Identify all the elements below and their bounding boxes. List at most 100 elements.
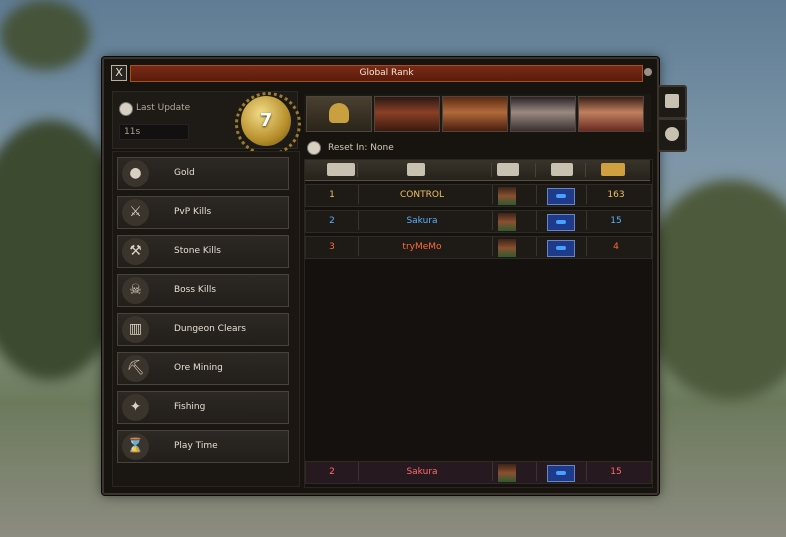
category-list: ● Gold ⚔ PvP Kills ⚒ Stone Kills ☠ Boss Kills ▥ D…	[112, 151, 300, 487]
gold-coins-icon: ●	[122, 160, 149, 187]
guild-icon[interactable]	[551, 163, 573, 176]
table-header	[305, 160, 650, 181]
history-clock-icon	[665, 127, 679, 141]
table-row[interactable]: 2 Sakura 15	[305, 210, 652, 233]
character-icon[interactable]	[497, 163, 519, 176]
header-divider	[535, 163, 536, 177]
player-name: Sakura	[406, 467, 438, 477]
category-label: Play Time	[174, 441, 218, 451]
rank-number: 1	[329, 190, 335, 200]
row-divider	[586, 462, 587, 481]
class-tab-mage[interactable]	[510, 96, 576, 132]
category-label: Fishing	[174, 402, 206, 412]
clock-icon	[119, 102, 133, 116]
class-tab-archer[interactable]	[442, 96, 508, 132]
category-label: Gold	[174, 168, 195, 178]
row-divider	[492, 185, 493, 204]
category-boss-kills[interactable]: ☠ Boss Kills	[117, 274, 289, 307]
global-rank-window: X Global Rank Last Update 11s 7 ● Gold ⚔ Pv…	[102, 57, 659, 495]
score-shield-icon[interactable]	[601, 163, 625, 176]
player-score: 15	[610, 467, 622, 477]
category-gold[interactable]: ● Gold	[117, 157, 289, 190]
rank-number: 2	[329, 467, 335, 477]
rank-number: 2	[329, 216, 335, 226]
rank-badge-icon: 7	[235, 92, 301, 156]
calendar-tab[interactable]	[657, 85, 687, 119]
category-pvp-kills[interactable]: ⚔ PvP Kills	[117, 196, 289, 229]
category-dungeon-clears[interactable]: ▥ Dungeon Clears	[117, 313, 289, 346]
character-portrait-icon	[498, 464, 516, 482]
guild-flag-icon	[547, 465, 575, 482]
player-name: Sakura	[406, 216, 438, 226]
pvp-warrior-icon: ⚔	[122, 199, 149, 226]
class-tab-warrior[interactable]	[374, 96, 440, 132]
history-tab[interactable]	[657, 118, 687, 152]
self-rank-row[interactable]: 2 Sakura 15	[305, 461, 652, 484]
row-divider	[536, 211, 537, 230]
rank-table: 1 CONTROL 163 2 Sakura 15 3 tryMeMo 4 2 Sakura 1…	[304, 159, 653, 488]
player-score: 4	[613, 242, 619, 252]
guild-flag-icon	[547, 188, 575, 205]
row-divider	[492, 462, 493, 481]
header-divider	[585, 163, 586, 177]
window-title: Global Rank	[130, 65, 643, 82]
row-divider	[358, 237, 359, 256]
header-divider	[357, 163, 358, 177]
hourglass-icon: ⌛	[122, 433, 149, 460]
player-name: tryMeMo	[402, 242, 442, 252]
rank-crown-icon[interactable]	[327, 163, 355, 176]
row-divider	[492, 211, 493, 230]
title-gem-icon	[644, 68, 652, 76]
trophy-icon	[329, 103, 349, 123]
rank-number: 3	[329, 242, 335, 252]
category-fishing[interactable]: ✦ Fishing	[117, 391, 289, 424]
close-button[interactable]: X	[111, 65, 127, 81]
guild-flag-icon	[547, 214, 575, 231]
category-play-time[interactable]: ⌛ Play Time	[117, 430, 289, 463]
player-name: CONTROL	[400, 190, 444, 200]
row-divider	[358, 462, 359, 481]
update-panel: Last Update 11s 7	[112, 91, 301, 156]
last-update-label: Last Update	[136, 103, 191, 113]
background-foliage	[0, 0, 90, 70]
pickaxe-icon: ⛏	[122, 355, 149, 382]
trophy-tab[interactable]	[306, 96, 372, 132]
row-divider	[536, 185, 537, 204]
row-divider	[358, 211, 359, 230]
reset-label: Reset In: None	[328, 143, 394, 153]
fishing-icon: ✦	[122, 394, 149, 421]
header-divider	[491, 163, 492, 177]
name-card-icon[interactable]	[407, 163, 425, 176]
row-divider	[586, 211, 587, 230]
background-foliage	[640, 180, 786, 400]
reset-info: Reset In: None	[307, 141, 394, 155]
boss-skull-icon: ☠	[122, 277, 149, 304]
last-update-value: 11s	[119, 124, 189, 140]
dungeon-gate-icon: ▥	[122, 316, 149, 343]
table-row[interactable]: 3 tryMeMo 4	[305, 236, 652, 259]
row-divider	[586, 185, 587, 204]
category-label: PvP Kills	[174, 207, 212, 217]
row-divider	[536, 237, 537, 256]
character-portrait-icon	[498, 213, 516, 231]
table-row[interactable]: 1 CONTROL 163	[305, 184, 652, 207]
stone-golem-icon: ⚒	[122, 238, 149, 265]
category-label: Ore Mining	[174, 363, 223, 373]
player-score: 163	[607, 190, 625, 200]
category-label: Boss Kills	[174, 285, 217, 295]
row-divider	[492, 237, 493, 256]
portrait-tabs	[304, 94, 651, 132]
calendar-icon	[665, 94, 679, 108]
category-ore-mining[interactable]: ⛏ Ore Mining	[117, 352, 289, 385]
category-label: Dungeon Clears	[174, 324, 246, 334]
row-divider	[358, 185, 359, 204]
player-score: 15	[610, 216, 622, 226]
row-divider	[536, 462, 537, 481]
class-tab-healer[interactable]	[578, 96, 644, 132]
category-stone-kills[interactable]: ⚒ Stone Kills	[117, 235, 289, 268]
category-label: Stone Kills	[174, 246, 221, 256]
reset-clock-icon	[307, 141, 321, 155]
row-divider	[586, 237, 587, 256]
character-portrait-icon	[498, 239, 516, 257]
character-portrait-icon	[498, 187, 516, 205]
